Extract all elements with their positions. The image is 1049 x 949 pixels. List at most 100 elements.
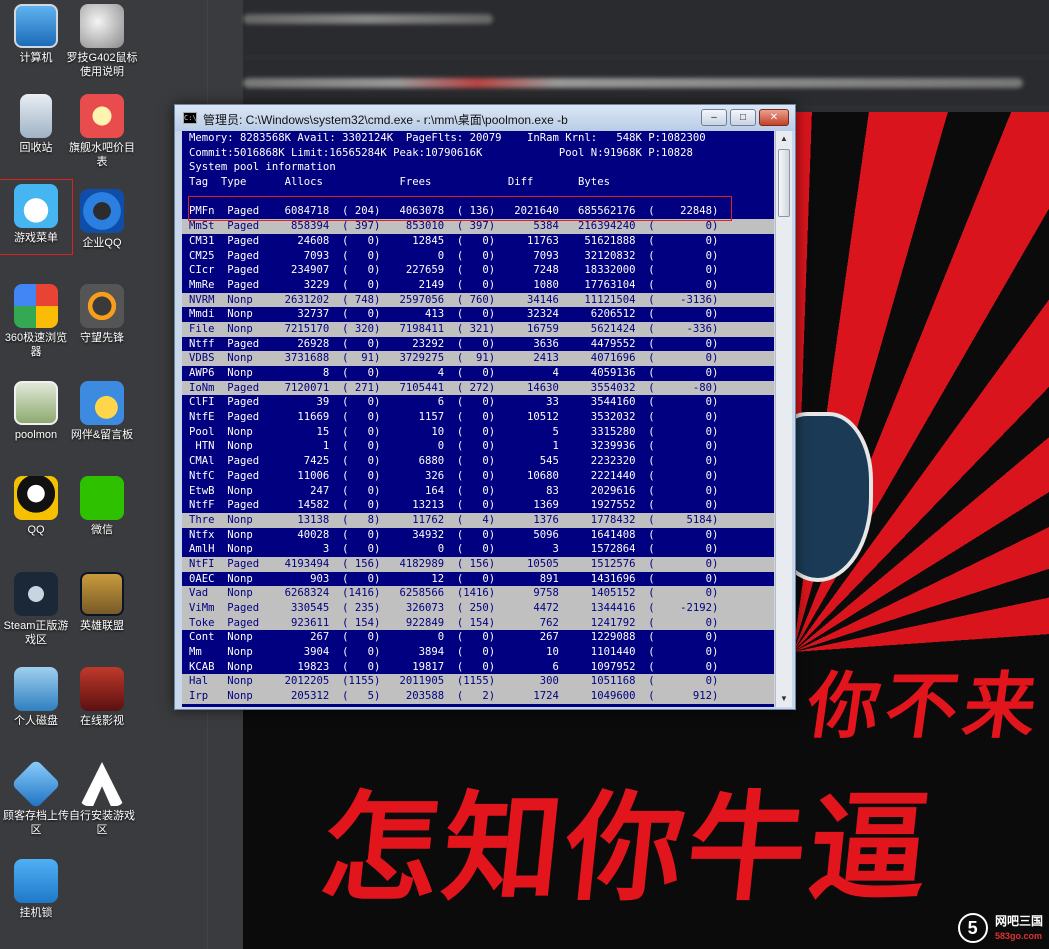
scroll-thumb[interactable] [778,149,790,217]
desktop-icon-label: QQ [27,524,45,536]
desktop-icon-idle-lock[interactable]: 挂机锁 [0,855,72,947]
table-row: ClFI Paged 39 ( 0) 6 ( 0) 33 3544160 ( 0… [189,396,719,409]
desktop-icon-steam[interactable]: Steam正版游戏区 [0,568,72,660]
desktop-icon-overwatch[interactable]: 守望先锋 [66,280,138,372]
upload-cube-icon [11,759,61,809]
desktop-icon-label: 旗舰水吧价目表 [69,142,135,168]
cloud-game-icon [14,184,58,228]
desktop-icon-label: 在线影视 [80,715,124,727]
console-output[interactable]: Memory: 8283568K Avail: 3302124K PageFlt… [182,131,774,707]
assassin-icon [80,762,124,806]
site-watermark: 5 网吧三国 583go.com [957,913,1043,943]
browser-360-icon [14,284,58,328]
poster-slogan-line2: 怎知你牛逼 [314,778,940,917]
table-row: Hal Nonp 2012205 (1155) 2011905 (1155) 3… [182,674,774,690]
console-header-line: System pool information [189,161,336,174]
desktop-icon-mouse-manual[interactable]: 罗技G402鼠标使用说明 [66,0,138,92]
desktop-icon-label: 挂机锁 [19,907,53,919]
desktop-icon-360-browser[interactable]: 360极速浏览器 [0,280,72,372]
console-app-icon[interactable]: C:\ [183,112,197,124]
desktop-icon-recycle-bin[interactable]: 回收站 [0,90,72,182]
scroll-down-arrow-icon[interactable]: ▼ [776,691,792,707]
maximize-button[interactable]: □ [730,109,756,126]
desktop-icon-chat-board[interactable]: 网伴&留言板 [66,377,138,469]
minimize-button[interactable]: – [701,109,727,126]
desktop-icon-enterprise-qq[interactable]: 企业QQ [66,185,138,277]
desktop-icon-personal-disk[interactable]: 个人磁盘 [0,663,72,755]
desktop-icon-label: 360极速浏览器 [4,332,68,358]
lock-icon [14,859,58,903]
table-row: Pool Nonp 15 ( 0) 10 ( 0) 5 3315280 ( 0) [189,425,719,438]
desktop-icon-label: 微信 [91,524,113,536]
steam-icon [14,572,58,616]
desktop-icon-wechat[interactable]: 微信 [66,472,138,564]
vertical-scrollbar[interactable]: ▲ ▼ [775,131,792,707]
desktop-icon-online-video[interactable]: 在线影视 [66,663,138,755]
table-row: EtwB Nonp 247 ( 0) 164 ( 0) 83 2029616 (… [189,484,719,497]
scroll-up-arrow-icon[interactable]: ▲ [776,131,792,147]
watermark-logo: 5 [957,913,988,943]
table-row: File Nonp 7215170 ( 320) 7198411 ( 321) … [182,321,774,337]
desktop-icon-poolmon[interactable]: poolmon [0,377,72,469]
desktop-icon-label: 罗技G402鼠标使用说明 [66,52,138,78]
close-button[interactable]: ✕ [759,109,789,126]
watermark-domain: 583go.com [994,930,1043,941]
recycle-bin-icon [20,94,52,138]
desktop-icon-label: 企业QQ [82,237,122,249]
table-row: Ntff Paged 26928 ( 0) 23292 ( 0) 3636 44… [189,337,719,350]
table-row: CMAl Paged 7425 ( 0) 6880 ( 0) 545 22323… [189,455,719,468]
table-row: MmSt Paged 858394 ( 397) 853010 ( 397) 5… [182,219,774,234]
table-row: Mm Nonp 3904 ( 0) 3894 ( 0) 10 1101440 (… [189,646,719,659]
mouse-icon [80,4,124,48]
chat-board-icon [80,381,124,425]
table-row: Irp Nonp 205312 ( 5) 203588 ( 2) 1724 10… [182,689,774,704]
personal-disk-icon [14,667,58,711]
table-row: MmRe Paged 3229 ( 0) 2149 ( 0) 1080 1776… [189,278,719,291]
desktop-icon-lol[interactable]: 英雄联盟 [66,568,138,660]
overwatch-icon [80,284,124,328]
blurred-toolbar-row [243,60,1049,105]
table-row: 0AEC Nonp 903 ( 0) 12 ( 0) 891 1431696 (… [189,572,719,585]
table-row: Ntfx Nonp 40028 ( 0) 34932 ( 0) 5096 164… [189,528,719,541]
table-row: PMFn Paged 6084718 ( 204) 4063078 ( 136)… [189,205,719,218]
table-row: CIcr Paged 234907 ( 0) 227659 ( 0) 7248 … [189,264,719,277]
column-headers: Tag Type Allocs Frees Diff Bytes [189,176,610,189]
table-row: HTN Nonp 1 ( 0) 0 ( 0) 1 3239936 ( 0) [189,440,719,453]
desktop-icon-label: 游戏菜单 [14,232,58,244]
table-row: CM31 Paged 24608 ( 0) 12845 ( 0) 11763 5… [189,234,719,247]
desktop-icon-label: 个人磁盘 [14,715,58,727]
desktop-icon-label: poolmon [14,429,58,441]
poolmon-icon [14,381,58,425]
table-row: IoNm Paged 7120071 ( 271) 7105441 ( 272)… [182,380,774,396]
online-video-icon [80,667,124,711]
wechat-icon [80,476,124,520]
desktop-icon-label: 自行安装游戏区 [69,810,135,836]
table-row: VDBS Nonp 3731688 ( 91) 3729275 ( 91) 24… [182,351,774,366]
enterprise-qq-icon [80,189,124,233]
cmd-window[interactable]: C:\ 管理员: C:\Windows\system32\cmd.exe - r… [174,104,796,710]
table-row: CM25 Paged 7093 ( 0) 0 ( 0) 7093 3212083… [189,249,719,262]
table-row: AWP6 Nonp 8 ( 0) 4 ( 0) 4 4059136 ( 0) [189,367,719,379]
desktop-icon-computer[interactable]: 计算机 [0,0,72,92]
console-header-line: Memory: 8283568K Avail: 3302124K PageFlt… [189,132,706,144]
qq-icon [14,476,58,520]
desktop-icon-qq[interactable]: QQ [0,472,72,564]
table-row: NtfF Paged 14582 ( 0) 13213 ( 0) 1369 19… [189,499,719,512]
desktop-icon-label: Steam正版游戏区 [3,620,69,646]
table-row: KCAB Nonp 19823 ( 0) 19817 ( 0) 6 109795… [189,660,719,673]
watermark-name: 网吧三国 [994,913,1043,928]
desktop-icon-save-upload[interactable]: 顾客存档上传区 [0,758,72,850]
pool-table: PMFn Paged 6084718 ( 204) 4063078 ( 136)… [182,204,774,704]
lol-icon [80,572,124,616]
desktop-icon-drink-menu[interactable]: 旗舰水吧价目表 [66,90,138,182]
desktop-icon-label: 计算机 [19,52,53,64]
desktop-icon-label: 顾客存档上传区 [3,810,69,836]
desktop-icon-game-menu[interactable]: 游戏菜单 [0,179,73,255]
table-row: Toke Paged 923611 ( 154) 922849 ( 154) 7… [182,615,774,631]
desktop-icon-self-install[interactable]: 自行安装游戏区 [66,758,138,850]
cmd-titlebar[interactable]: C:\ 管理员: C:\Windows\system32\cmd.exe - r… [175,105,795,131]
table-row: NtfC Paged 11006 ( 0) 326 ( 0) 10680 222… [189,469,719,482]
window-title: 管理员: C:\Windows\system32\cmd.exe - r:\mm… [203,113,568,127]
table-row: AmlH Nonp 3 ( 0) 0 ( 0) 3 1572864 ( 0) [189,543,719,556]
table-row: NtfE Paged 11669 ( 0) 1157 ( 0) 10512 35… [189,411,719,424]
